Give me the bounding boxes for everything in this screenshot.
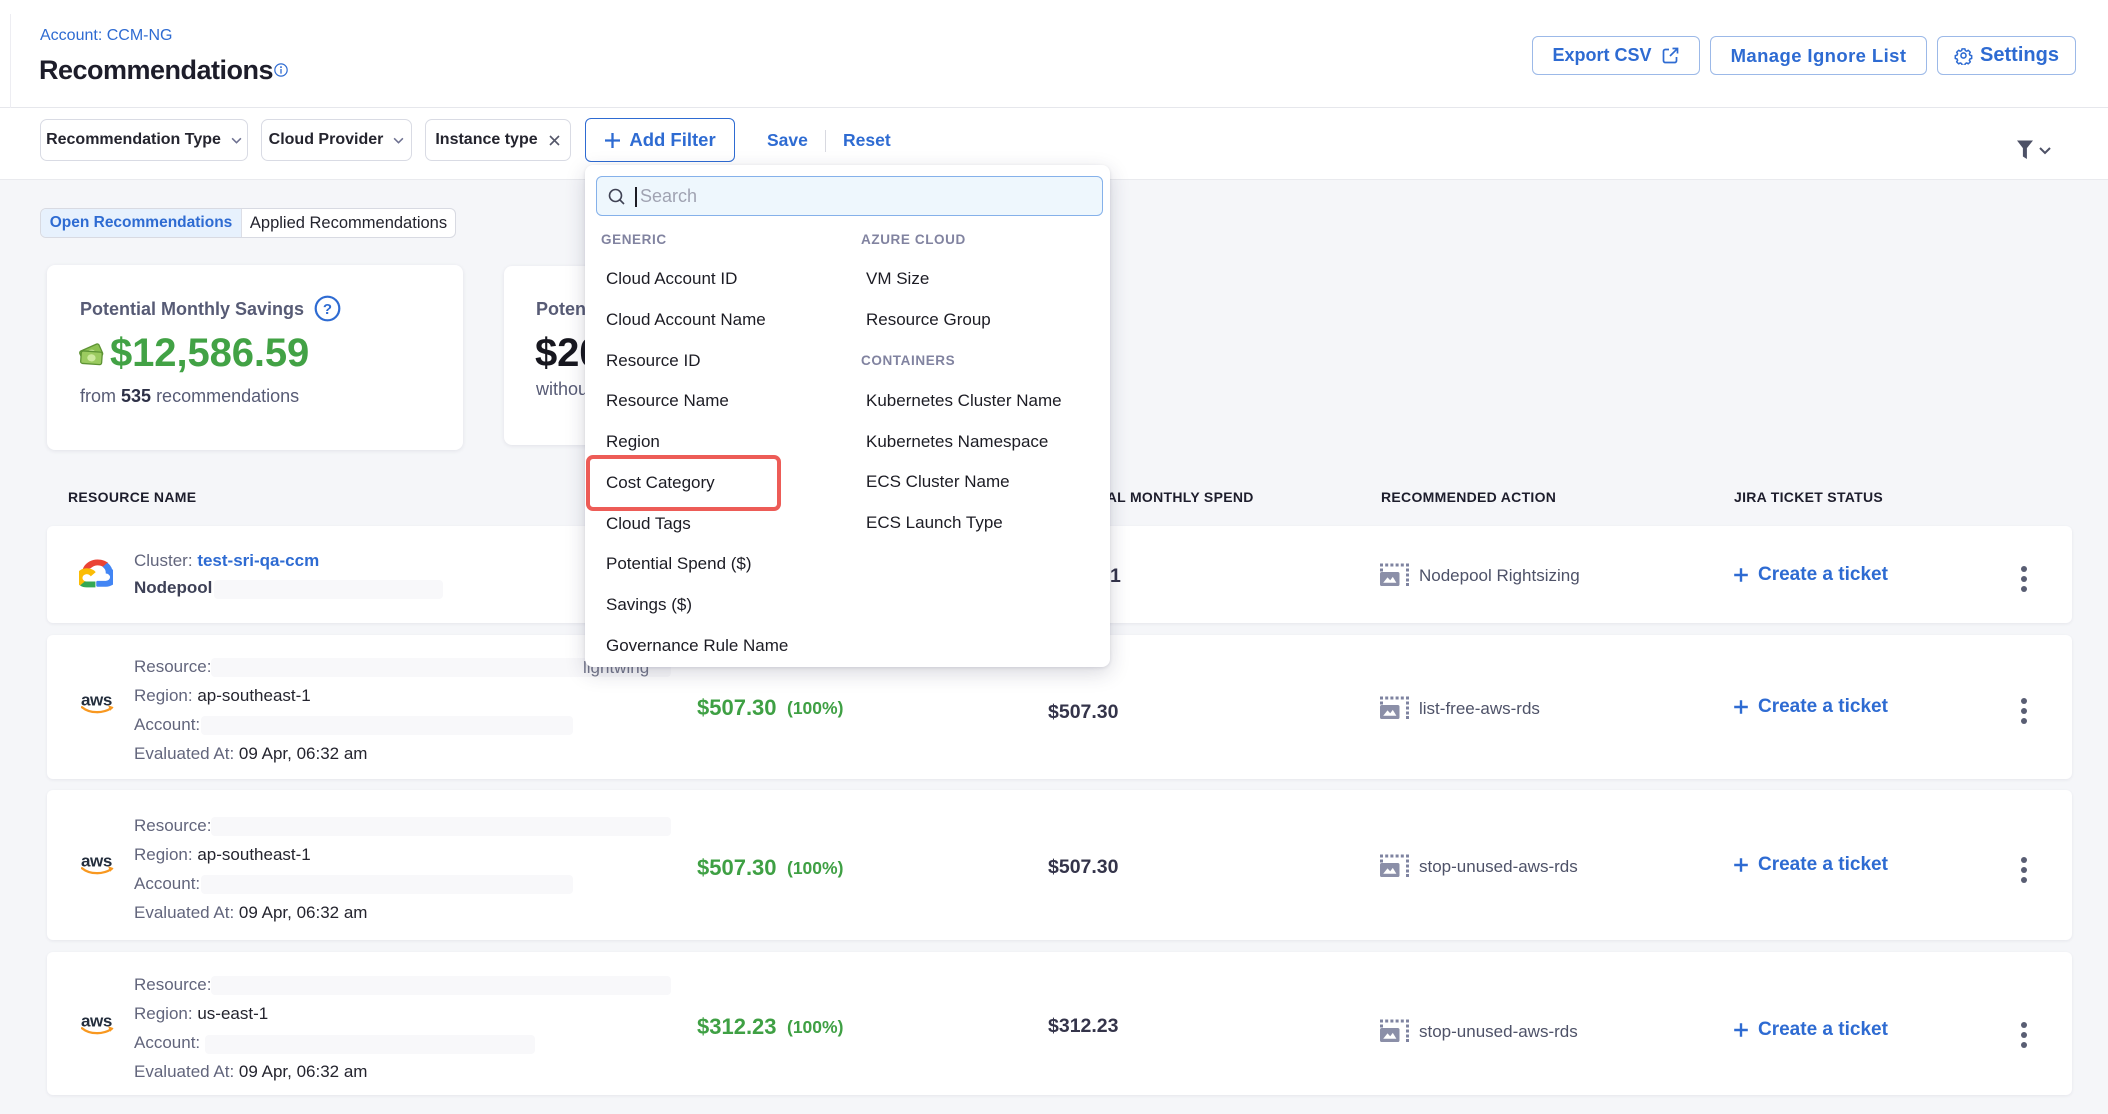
svg-text:?: ?: [323, 301, 332, 318]
svg-text:aws: aws: [81, 1013, 112, 1031]
svg-text:aws: aws: [81, 853, 112, 871]
svg-text:aws: aws: [81, 692, 112, 710]
